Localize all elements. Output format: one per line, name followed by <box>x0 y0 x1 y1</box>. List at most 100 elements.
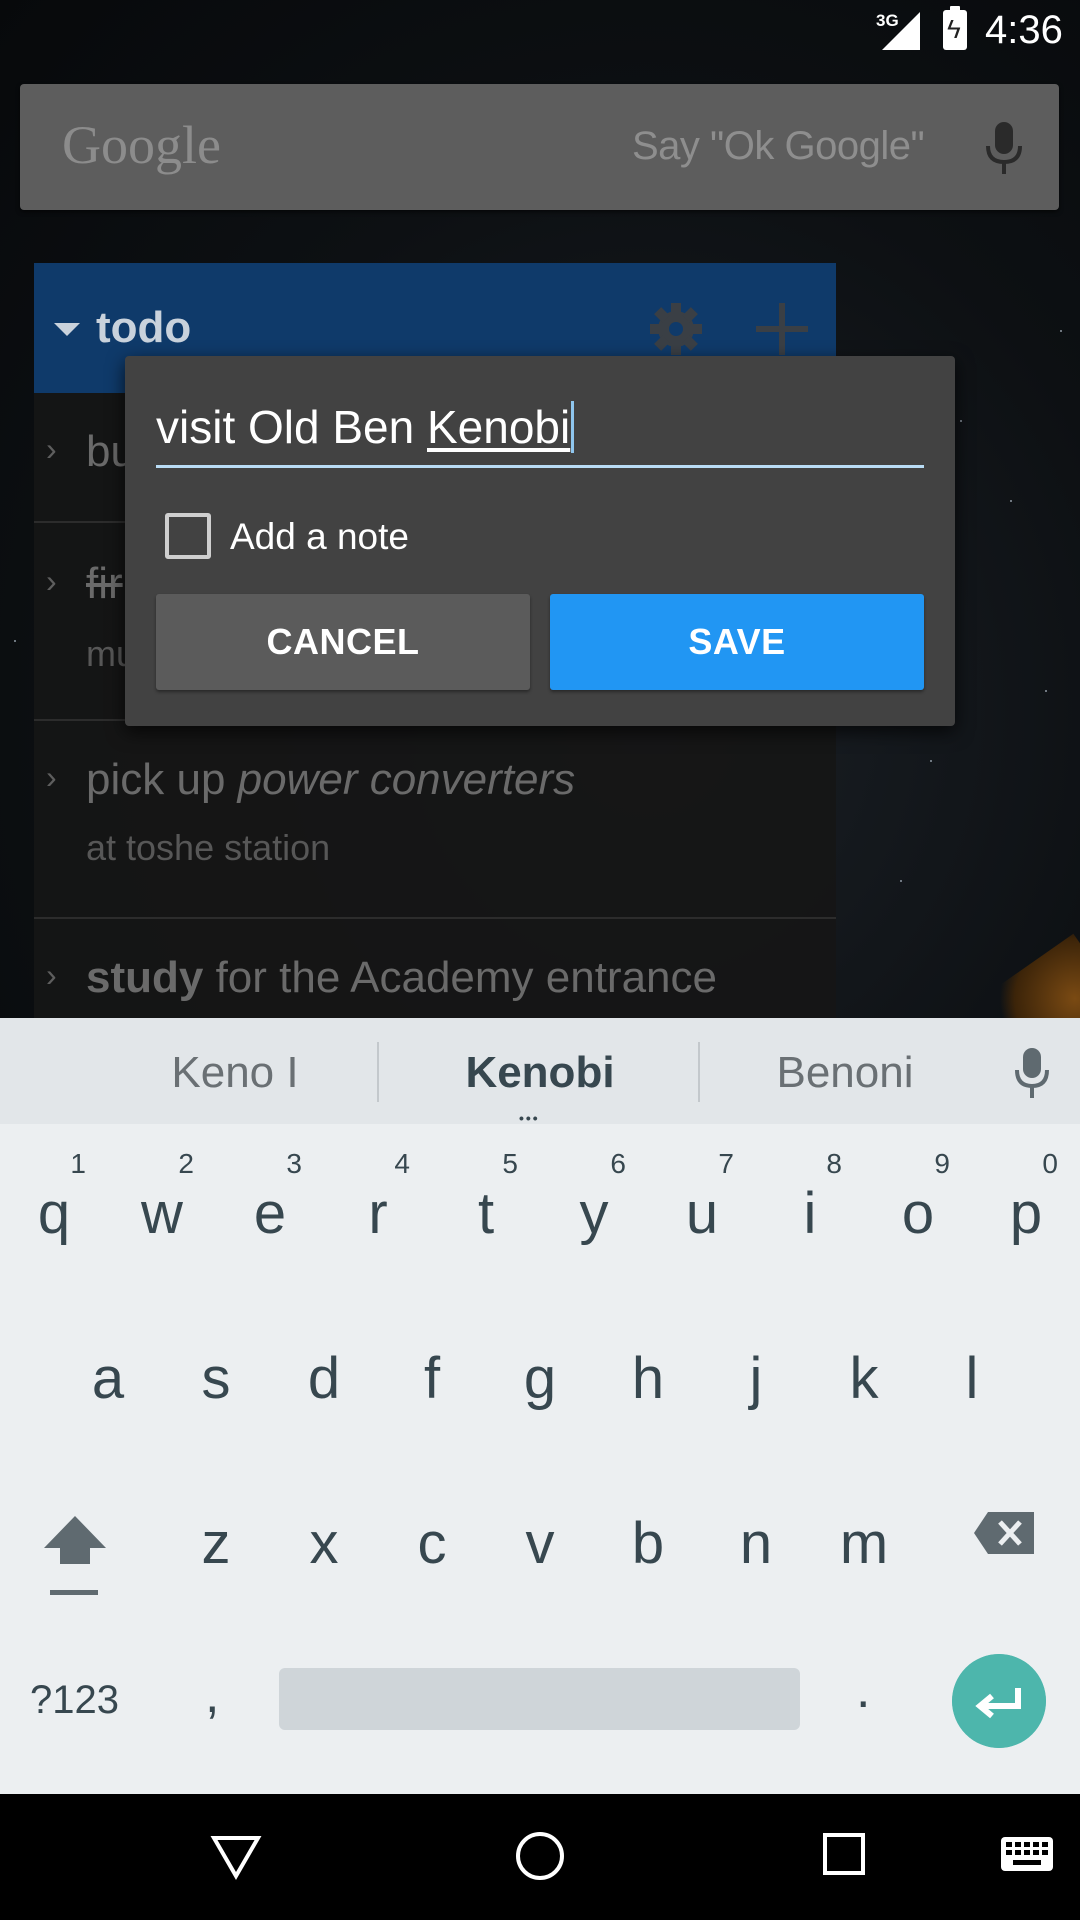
google-search-bar[interactable]: Google Say "Ok Google" <box>20 84 1059 210</box>
text-cursor <box>571 401 575 453</box>
keyboard-mic-icon[interactable] <box>1012 1046 1052 1102</box>
key-label: y <box>579 1181 609 1246</box>
key-n[interactable]: n <box>706 1450 806 1590</box>
keyboard-switch-icon[interactable] <box>1000 1836 1054 1872</box>
save-button[interactable]: SAVE <box>550 594 924 690</box>
key-e[interactable]: e3 <box>220 1120 320 1260</box>
suggestion-2[interactable]: Kenobi <box>400 1048 680 1098</box>
cancel-button[interactable]: CANCEL <box>156 594 530 690</box>
key-o[interactable]: o9 <box>868 1120 968 1260</box>
navigation-bar <box>0 1794 1080 1920</box>
key-label: v <box>525 1511 555 1576</box>
gear-icon[interactable] <box>648 301 704 357</box>
key-f[interactable]: f <box>382 1285 482 1425</box>
period-key[interactable]: . <box>856 1660 870 1720</box>
key-label: p <box>1009 1181 1043 1246</box>
key-k[interactable]: k <box>814 1285 914 1425</box>
space-key[interactable] <box>279 1668 800 1730</box>
key-label: g <box>523 1346 557 1411</box>
key-w[interactable]: w2 <box>112 1120 212 1260</box>
recents-icon[interactable] <box>822 1832 866 1876</box>
task-input-text: visit Old Ben <box>156 401 427 453</box>
key-number-hint: 1 <box>70 1148 86 1179</box>
key-number-hint: 5 <box>502 1148 518 1179</box>
key-r[interactable]: r4 <box>328 1120 428 1260</box>
key-l[interactable]: l <box>922 1285 1022 1425</box>
suggestion-divider <box>377 1042 379 1102</box>
key-c[interactable]: c <box>382 1450 482 1590</box>
wallpaper-glow <box>975 933 1080 1018</box>
chevron-right-icon: › <box>46 957 57 993</box>
key-z[interactable]: z <box>166 1450 266 1590</box>
key-label: o <box>901 1181 935 1246</box>
symbols-key[interactable]: ?123 <box>30 1678 119 1723</box>
comma-key[interactable]: , <box>205 1665 219 1725</box>
suggestion-3[interactable]: Benoni <box>710 1048 980 1098</box>
key-label: q <box>37 1181 71 1246</box>
voice-hint: Say "Ok Google" <box>632 124 925 168</box>
enter-key-icon[interactable] <box>952 1654 1046 1748</box>
key-i[interactable]: i8 <box>760 1120 860 1260</box>
key-label: b <box>631 1511 665 1576</box>
suggestion-strip: Keno I Kenobi Benoni ••• <box>0 1018 1080 1126</box>
key-label: a <box>91 1346 125 1411</box>
key-label: t <box>477 1181 495 1246</box>
key-number-hint: 7 <box>718 1148 734 1179</box>
key-p[interactable]: p0 <box>976 1120 1076 1260</box>
key-label: u <box>685 1181 719 1246</box>
signal-icon <box>882 12 920 50</box>
mic-icon[interactable] <box>982 120 1026 180</box>
key-d[interactable]: d <box>274 1285 374 1425</box>
chevron-right-icon: › <box>46 431 57 467</box>
key-label: c <box>417 1511 447 1576</box>
key-s[interactable]: s <box>166 1285 266 1425</box>
key-number-hint: 4 <box>394 1148 410 1179</box>
key-label: x <box>309 1511 339 1576</box>
key-g[interactable]: g <box>490 1285 590 1425</box>
google-logo: Google <box>62 115 221 175</box>
suggestion-divider <box>698 1042 700 1102</box>
add-icon[interactable] <box>752 299 812 359</box>
charging-icon: ϟ <box>947 14 961 44</box>
key-y[interactable]: y6 <box>544 1120 644 1260</box>
key-number-hint: 2 <box>178 1148 194 1179</box>
collapse-icon[interactable] <box>54 323 80 336</box>
task-input-composing: Kenobi <box>427 401 571 453</box>
widget-title[interactable]: todo <box>96 303 191 353</box>
key-h[interactable]: h <box>598 1285 698 1425</box>
add-note-checkbox[interactable] <box>165 513 211 559</box>
key-number-hint: 8 <box>826 1148 842 1179</box>
list-item[interactable]: › pick up power converters at toshe stat… <box>34 721 836 919</box>
key-label: i <box>803 1181 817 1246</box>
list-item[interactable]: › study for the Academy entrance <box>34 919 836 1018</box>
key-b[interactable]: b <box>598 1450 698 1590</box>
chevron-right-icon: › <box>46 563 57 599</box>
shift-key-icon[interactable] <box>40 1510 110 1600</box>
key-a[interactable]: a <box>58 1285 158 1425</box>
home-icon[interactable] <box>514 1830 566 1882</box>
key-u[interactable]: u7 <box>652 1120 752 1260</box>
suggestion-1[interactable]: Keno I <box>100 1048 370 1098</box>
backspace-key-icon[interactable] <box>972 1510 1036 1556</box>
key-t[interactable]: t5 <box>436 1120 536 1260</box>
key-label: k <box>849 1346 879 1411</box>
task-input[interactable]: visit Old Ben Kenobi <box>156 396 924 468</box>
key-label: r <box>368 1181 388 1246</box>
back-icon[interactable] <box>210 1832 262 1882</box>
key-label: e <box>253 1181 287 1246</box>
key-label: n <box>739 1511 773 1576</box>
key-number-hint: 9 <box>934 1148 950 1179</box>
key-x[interactable]: x <box>274 1450 374 1590</box>
key-q[interactable]: q1 <box>4 1120 104 1260</box>
key-label: w <box>141 1181 183 1246</box>
key-v[interactable]: v <box>490 1450 590 1590</box>
clock: 4:36 <box>985 8 1063 52</box>
key-label: f <box>423 1346 441 1411</box>
key-m[interactable]: m <box>814 1450 914 1590</box>
chevron-right-icon: › <box>46 759 57 795</box>
add-note-label[interactable]: Add a note <box>230 516 409 558</box>
key-j[interactable]: j <box>706 1285 806 1425</box>
key-label: m <box>839 1511 889 1576</box>
key-label: l <box>965 1346 979 1411</box>
key-label: h <box>631 1346 665 1411</box>
